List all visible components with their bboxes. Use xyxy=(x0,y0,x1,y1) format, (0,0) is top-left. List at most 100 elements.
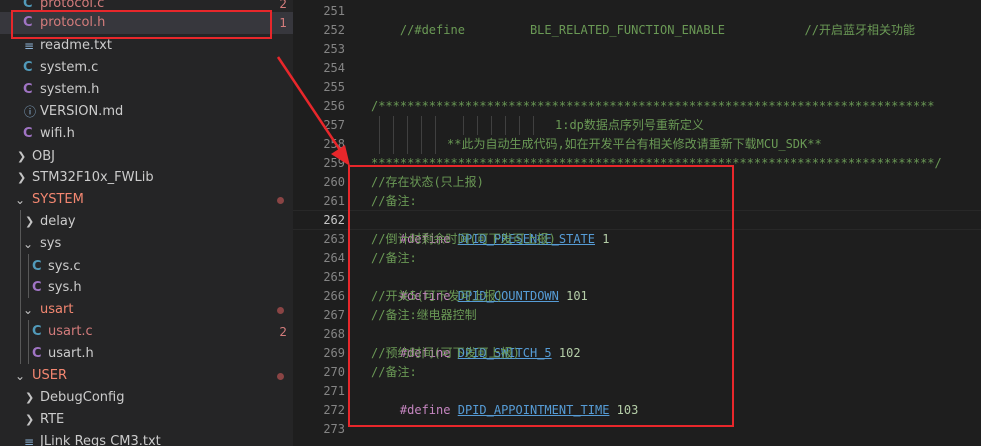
explorer-item-label: usart xyxy=(40,302,74,317)
explorer-folder-debugconfig[interactable]: ❯ DebugConfig xyxy=(0,387,293,409)
c-file-icon: C xyxy=(32,259,42,274)
indent-guide xyxy=(407,116,408,154)
explorer-item-jlink-regs[interactable]: ≡ JLink Regs CM3.txt xyxy=(0,431,293,446)
chevron-right-icon: ❯ xyxy=(17,150,27,163)
chevron-right-icon: ❯ xyxy=(25,413,35,426)
explorer-folder-user[interactable]: ⌄ USER xyxy=(0,365,293,387)
explorer-folder-fwlib[interactable]: ❯ STM32F10x_FWLib xyxy=(0,167,293,189)
indent-guide xyxy=(533,116,534,135)
explorer-item-wifi-h[interactable]: C wifi.h xyxy=(0,123,293,145)
explorer-item-sys-c[interactable]: C sys.c xyxy=(0,256,293,278)
explorer-item-label: sys.c xyxy=(48,259,81,274)
chevron-down-icon: ⌄ xyxy=(23,237,34,251)
explorer-item-label: DebugConfig xyxy=(40,390,125,405)
indent-guide xyxy=(393,116,394,154)
line-number: 268 xyxy=(323,327,345,341)
problem-count-badge: 1 xyxy=(279,16,287,30)
explorer-item-label: VERSION.md xyxy=(40,104,124,119)
explorer-item-usart-c[interactable]: C usart.c 2 xyxy=(0,321,293,343)
line-number: 260 xyxy=(323,175,345,189)
chevron-right-icon: ❯ xyxy=(25,391,35,404)
line-number: 256 xyxy=(323,99,345,113)
line-number: 255 xyxy=(323,80,345,94)
explorer-item-sys-h[interactable]: C sys.h xyxy=(0,277,293,299)
code-line: 1:dp数据点序列号重新定义 xyxy=(555,118,704,132)
line-number: 253 xyxy=(323,42,345,56)
c-header-icon: C xyxy=(32,346,42,361)
indent-guide xyxy=(519,116,520,135)
line-number: 262 xyxy=(323,213,345,227)
explorer-item-label: SYSTEM xyxy=(32,192,84,207)
error-dot-icon xyxy=(277,373,284,380)
line-number: 272 xyxy=(323,403,345,417)
code-line: /***************************************… xyxy=(371,99,935,113)
line-number: 251 xyxy=(323,4,345,18)
explorer-folder-delay[interactable]: ❯ delay xyxy=(0,211,293,233)
explorer-item-label: system.c xyxy=(40,60,99,75)
line-number: 264 xyxy=(323,251,345,265)
explorer-item-label: sys.h xyxy=(48,280,82,295)
line-number: 270 xyxy=(323,365,345,379)
explorer-folder-obj[interactable]: ❯ OBJ xyxy=(0,146,293,168)
explorer-item-usart-h[interactable]: C usart.h xyxy=(0,343,293,365)
explorer-folder-system[interactable]: ⌄ SYSTEM xyxy=(0,189,293,211)
explorer-item-label: USER xyxy=(32,368,68,383)
chevron-down-icon: ⌄ xyxy=(23,303,34,317)
explorer-item-version-md[interactable]: ⓘ VERSION.md xyxy=(0,101,293,123)
line-number: 258 xyxy=(323,137,345,151)
explorer-item-label: sys xyxy=(40,236,62,251)
indent-guide xyxy=(463,116,464,135)
markdown-file-icon: ⓘ xyxy=(24,105,37,119)
line-number: 252 xyxy=(323,23,345,37)
error-dot-icon xyxy=(277,307,284,314)
line-number: 273 xyxy=(323,422,345,436)
line-number: 254 xyxy=(323,61,345,75)
line-number: 257 xyxy=(323,118,345,132)
explorer-item-label: usart.h xyxy=(48,346,94,361)
explorer-item-label: system.h xyxy=(40,82,100,97)
chevron-down-icon: ⌄ xyxy=(15,193,26,207)
indent-guide xyxy=(505,116,506,135)
code-comment: 开启蓝牙相关功能 xyxy=(818,23,915,37)
line-number: 263 xyxy=(323,232,345,246)
error-dot-icon xyxy=(277,197,284,204)
explorer-item-label: RTE xyxy=(40,412,65,427)
explorer-item-label: usart.c xyxy=(48,324,93,339)
indent-guide xyxy=(477,116,478,135)
line-number: 269 xyxy=(323,346,345,360)
indent-guide xyxy=(379,116,380,154)
code-line: //#define BLE_RELATED_FUNCTION_ENABLE //… xyxy=(371,2,915,37)
chevron-right-icon: ❯ xyxy=(25,215,35,228)
explorer-item-label: delay xyxy=(40,214,76,229)
line-number: 266 xyxy=(323,289,345,303)
text-file-icon: ≡ xyxy=(24,435,35,446)
explorer-folder-sys[interactable]: ⌄ sys xyxy=(0,233,293,255)
code-line: **此为自动生成代码,如在开发平台有相关修改请重新下载MCU_SDK** xyxy=(447,137,822,151)
file-explorer: C protocol.c 2 C protocol.h 1 ≡ readme.t… xyxy=(0,0,293,446)
explorer-folder-rte[interactable]: ❯ RTE xyxy=(0,409,293,431)
line-number: 267 xyxy=(323,308,345,322)
indent-guide xyxy=(421,116,422,154)
explorer-item-system-c[interactable]: C system.c xyxy=(0,57,293,79)
explorer-item-system-h[interactable]: C system.h xyxy=(0,79,293,101)
annotation-box-code xyxy=(348,165,734,427)
line-number: 261 xyxy=(323,194,345,208)
line-number: 265 xyxy=(323,270,345,284)
chevron-right-icon: ❯ xyxy=(17,171,27,184)
line-number: 271 xyxy=(323,384,345,398)
annotation-box-file xyxy=(11,10,272,39)
explorer-item-label: JLink Regs CM3.txt xyxy=(40,434,161,446)
c-header-icon: C xyxy=(23,82,33,97)
c-file-icon: C xyxy=(23,60,33,75)
c-header-icon: C xyxy=(23,126,33,141)
explorer-folder-usart[interactable]: ⌄ usart xyxy=(0,299,293,321)
explorer-item-label: wifi.h xyxy=(40,126,75,141)
line-number: 259 xyxy=(323,156,345,170)
indent-guide xyxy=(491,116,492,135)
c-file-icon: C xyxy=(32,324,42,339)
indent-guide xyxy=(435,116,436,154)
explorer-item-label: OBJ xyxy=(32,149,55,164)
c-header-icon: C xyxy=(32,280,42,295)
explorer-item-label: STM32F10x_FWLib xyxy=(32,170,154,185)
chevron-down-icon: ⌄ xyxy=(15,369,26,383)
